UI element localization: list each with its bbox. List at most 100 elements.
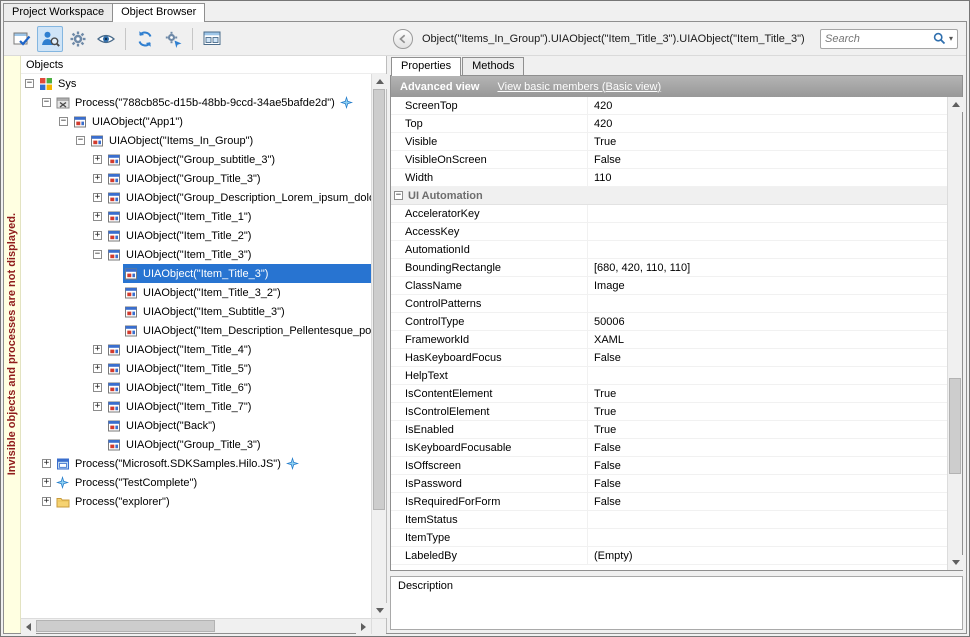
property-row[interactable]: ItemType — [391, 529, 947, 547]
eye-button[interactable] — [93, 26, 119, 52]
expand-box-icon[interactable]: + — [93, 402, 102, 411]
expand-box-icon[interactable]: + — [42, 478, 51, 487]
tree-item[interactable]: + UIAObject("Item_Title_1") — [21, 207, 371, 226]
tree-item[interactable]: + Process("Microsoft.SDKSamples.Hilo.JS") — [21, 454, 371, 473]
tree-item[interactable]: UIAObject("Back") — [21, 416, 371, 435]
property-row[interactable]: IsOffscreenFalse — [391, 457, 947, 475]
tree-item[interactable]: −Process("788cb85c-d15b-48bb-9ccd-34ae5b… — [21, 93, 371, 112]
grid-vscroll-thumb[interactable] — [949, 378, 961, 474]
property-row[interactable]: VisibleTrue — [391, 133, 947, 151]
grid-vscroll-track[interactable] — [948, 112, 962, 555]
expand-box-icon[interactable]: + — [42, 459, 51, 468]
tree-item[interactable]: + UIAObject("Item_Title_2") — [21, 226, 371, 245]
expand-box-icon[interactable]: + — [93, 383, 102, 392]
tree-item-content[interactable]: Process("TestComplete") — [55, 473, 371, 492]
property-row[interactable]: ScreenTop420 — [391, 97, 947, 115]
property-row[interactable]: Top420 — [391, 115, 947, 133]
property-row[interactable]: HelpText — [391, 367, 947, 385]
tree-item[interactable]: +UIAObject("Item_Title_5") — [21, 359, 371, 378]
tree-item-content[interactable]: Process("788cb85c-d15b-48bb-9ccd-34ae5ba… — [55, 93, 371, 112]
tree-hscroll-track[interactable] — [36, 619, 356, 633]
property-row[interactable]: LabeledBy(Empty) — [391, 547, 947, 565]
tree-item[interactable]: + UIAObject("Item_Title_4") — [21, 340, 371, 359]
expand-box-icon[interactable]: + — [93, 231, 102, 240]
run-gear-button[interactable] — [160, 26, 186, 52]
expand-box-icon[interactable]: + — [93, 345, 102, 354]
property-row[interactable]: AccessKey — [391, 223, 947, 241]
tree-item[interactable]: UIAObject("Item_Title_3") — [21, 264, 371, 283]
tree-item[interactable]: UIAObject("Group_Title_3") — [21, 435, 371, 454]
tree-horizontal-scrollbar[interactable] — [21, 619, 371, 633]
search-options-caret-icon[interactable]: ▾ — [949, 34, 953, 43]
tab-properties[interactable]: Properties — [391, 57, 461, 76]
property-row[interactable]: IsContentElementTrue — [391, 385, 947, 403]
back-button[interactable] — [393, 29, 413, 49]
tree-vertical-scrollbar[interactable] — [371, 74, 386, 618]
tree-item[interactable]: −UIAObject("Items_In_Group") — [21, 131, 371, 150]
tree-item-content[interactable]: UIAObject("Item_Subtitle_3") — [123, 302, 371, 321]
collapse-box-icon[interactable]: − — [59, 117, 68, 126]
settings-gear-button[interactable] — [65, 26, 91, 52]
tree-item-content[interactable]: UIAObject("Group_Title_3") — [106, 435, 371, 454]
property-category-row[interactable]: −UI Automation — [391, 187, 947, 205]
tree-item-content[interactable]: UIAObject("Item_Title_2") — [106, 226, 371, 245]
tree-item[interactable]: UIAObject("Item_Subtitle_3") — [21, 302, 371, 321]
tree-item-content[interactable]: UIAObject("Item_Title_7") — [106, 397, 371, 416]
tree-item-content[interactable]: UIAObject("Items_In_Group") — [89, 131, 371, 150]
collapse-box-icon[interactable]: − — [76, 136, 85, 145]
property-row[interactable]: HasKeyboardFocusFalse — [391, 349, 947, 367]
expand-box-icon[interactable]: + — [93, 155, 102, 164]
collapse-box-icon[interactable]: − — [394, 191, 403, 200]
grid-vertical-scrollbar[interactable] — [947, 97, 962, 570]
property-row[interactable]: IsControlElementTrue — [391, 403, 947, 421]
tree-item[interactable]: +UIAObject("Group_subtitle_3") — [21, 150, 371, 169]
tree-item-content[interactable]: UIAObject("Item_Title_3") — [123, 264, 371, 283]
tree-item[interactable]: UIAObject("Item_Description_Pellentesque… — [21, 321, 371, 340]
property-row[interactable]: ControlType50006 — [391, 313, 947, 331]
tree-item[interactable]: + UIAObject("Item_Title_7") — [21, 397, 371, 416]
property-row[interactable]: ClassNameImage — [391, 277, 947, 295]
tree-item[interactable]: +Process("explorer") — [21, 492, 371, 511]
tree-item[interactable]: +UIAObject("Item_Title_6") — [21, 378, 371, 397]
search-input[interactable] — [825, 33, 930, 45]
tree-item-content[interactable]: UIAObject("Back") — [106, 416, 371, 435]
tree-item-content[interactable]: UIAObject("Item_Title_3") — [106, 245, 371, 264]
scroll-down-button[interactable] — [948, 555, 963, 570]
expand-box-icon[interactable]: + — [93, 212, 102, 221]
property-row[interactable]: ItemStatus — [391, 511, 947, 529]
tab-object-browser[interactable]: Object Browser — [112, 3, 205, 22]
collapse-box-icon[interactable]: − — [25, 79, 34, 88]
tree-item-content[interactable]: Process("explorer") — [55, 492, 371, 511]
tree-item-content[interactable]: UIAObject("Item_Title_5") — [106, 359, 371, 378]
search-icon[interactable] — [933, 32, 946, 45]
property-row[interactable]: ControlPatterns — [391, 295, 947, 313]
collapse-box-icon[interactable]: − — [93, 250, 102, 259]
basic-view-link[interactable]: View basic members (Basic view) — [497, 81, 661, 93]
refresh-button[interactable] — [132, 26, 158, 52]
property-row[interactable]: IsKeyboardFocusableFalse — [391, 439, 947, 457]
tree-item-content[interactable]: UIAObject("App1") — [72, 112, 371, 131]
property-row[interactable]: FrameworkIdXAML — [391, 331, 947, 349]
property-row[interactable]: IsPasswordFalse — [391, 475, 947, 493]
expand-box-icon[interactable]: + — [93, 174, 102, 183]
tree-item-content[interactable]: UIAObject("Item_Title_3_2") — [123, 283, 371, 302]
select-object-button[interactable] — [9, 26, 35, 52]
tree-item[interactable]: +UIAObject("Group_Description_Lorem_ipsu… — [21, 188, 371, 207]
window-list-button[interactable] — [199, 26, 225, 52]
collapse-box-icon[interactable]: − — [42, 98, 51, 107]
property-row[interactable]: AcceleratorKey — [391, 205, 947, 223]
tree-item-content[interactable]: Process("Microsoft.SDKSamples.Hilo.JS") — [55, 454, 371, 473]
tree-hscroll-thumb[interactable] — [36, 620, 215, 632]
tab-methods[interactable]: Methods — [462, 57, 524, 75]
tab-project-workspace[interactable]: Project Workspace — [3, 3, 113, 21]
tree-item[interactable]: −UIAObject("Item_Title_3") — [21, 245, 371, 264]
tree-item-content[interactable]: UIAObject("Item_Description_Pellentesque… — [123, 321, 371, 340]
scroll-up-button[interactable] — [948, 97, 963, 112]
tree-item-content[interactable]: UIAObject("Item_Title_1") — [106, 207, 371, 226]
tree-item-content[interactable]: UIAObject("Item_Title_4") — [106, 340, 371, 359]
tree-vscroll-thumb[interactable] — [373, 89, 385, 510]
scroll-up-button[interactable] — [372, 74, 387, 89]
scroll-left-button[interactable] — [21, 619, 36, 634]
tree-item[interactable]: −Sys — [21, 74, 371, 93]
tree-item[interactable]: +UIAObject("Group_Title_3") — [21, 169, 371, 188]
